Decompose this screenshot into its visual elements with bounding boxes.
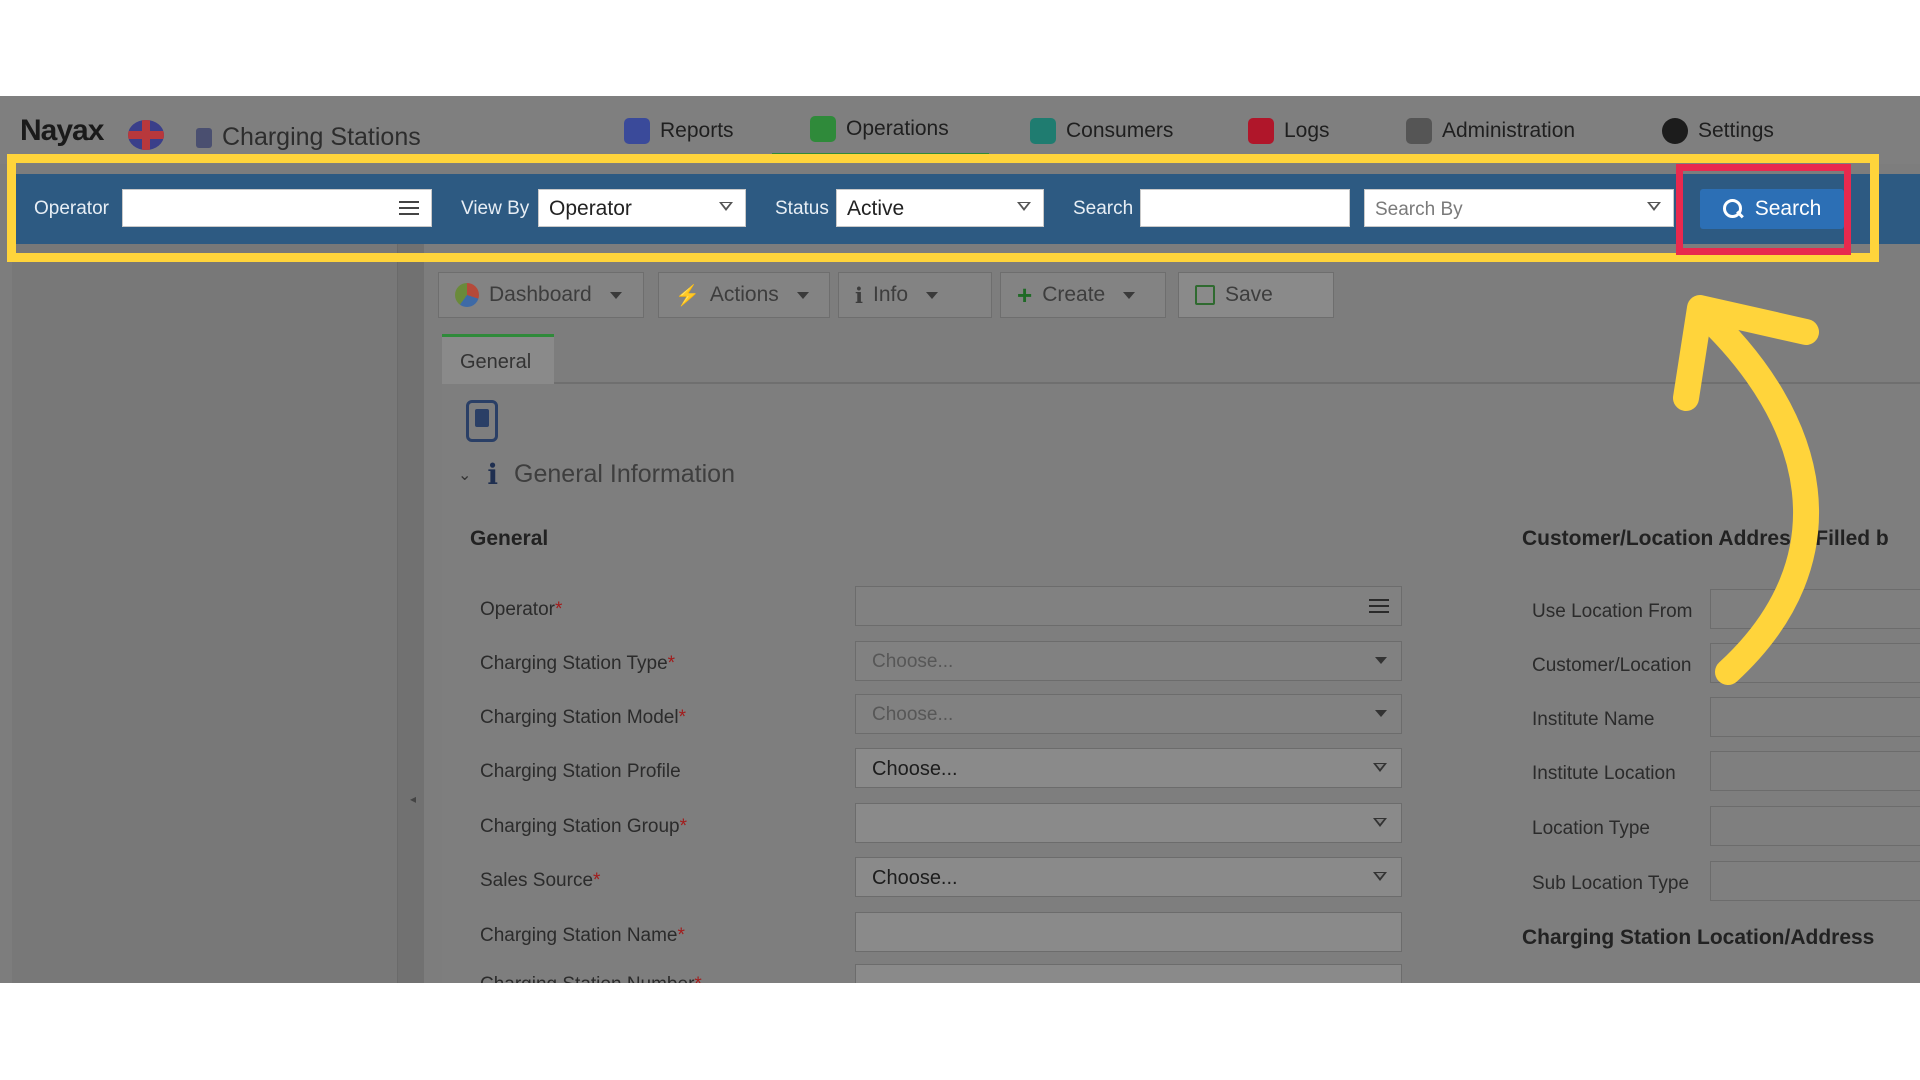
screenshot-stage: Nayax Charging Stations Reports Operatio… xyxy=(0,0,1920,1080)
pointer-arrow xyxy=(1673,295,1819,685)
